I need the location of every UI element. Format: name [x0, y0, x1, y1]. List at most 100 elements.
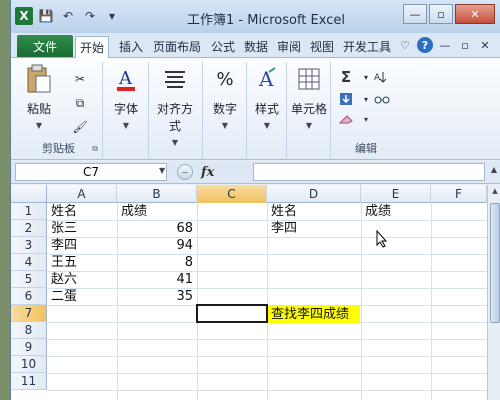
tab-home[interactable]: 开始: [75, 36, 110, 59]
excel-logo-icon[interactable]: X: [15, 7, 33, 25]
tab-page-layout[interactable]: 页面布局: [149, 36, 205, 58]
number-group: % 数字 ▼: [203, 62, 247, 158]
cut-icon[interactable]: ✂: [69, 70, 91, 88]
row-header-1[interactable]: 1: [11, 203, 47, 220]
tab-data[interactable]: 数据: [240, 36, 272, 58]
restore-button[interactable]: ▫: [429, 4, 453, 24]
workbook-restore-icon[interactable]: ▫: [457, 37, 473, 53]
row-header-11[interactable]: 11: [11, 373, 47, 390]
cell-b6[interactable]: 35: [118, 288, 196, 305]
formula-bar-resize-icon[interactable]: −: [177, 164, 193, 180]
column-header-d[interactable]: D: [267, 185, 361, 203]
tab-insert[interactable]: 插入: [115, 36, 147, 58]
tab-file[interactable]: 文件: [17, 35, 73, 57]
name-box-dropdown-icon[interactable]: ▼: [159, 166, 165, 175]
format-painter-icon[interactable]: 🖌: [69, 118, 91, 136]
cells-button[interactable]: 单元格 ▼: [287, 64, 331, 130]
clipboard-icon: [24, 64, 54, 94]
undo-icon[interactable]: ↶: [59, 7, 77, 25]
styles-button[interactable]: A 样式 ▼: [245, 64, 289, 130]
column-header-b[interactable]: B: [117, 185, 197, 203]
cell-e1[interactable]: 成绩: [362, 203, 430, 220]
clear-icon[interactable]: [335, 110, 357, 128]
customize-qat-icon[interactable]: ▾: [103, 7, 121, 25]
cell-a4[interactable]: 王五: [48, 254, 116, 271]
close-button[interactable]: ✕: [455, 4, 495, 24]
clipboard-launcher-icon[interactable]: ⧉: [92, 144, 98, 154]
save-icon[interactable]: 💾: [37, 7, 55, 25]
formula-input[interactable]: [253, 163, 485, 181]
cell-b4[interactable]: 8: [118, 254, 196, 271]
svg-text:A: A: [118, 68, 133, 89]
fill-icon[interactable]: [335, 90, 357, 108]
tab-view[interactable]: 视图: [306, 36, 338, 58]
styles-dropdown-icon: ▼: [263, 121, 271, 130]
worksheet-grid: A B C D E F 1 2 3 4 5 6 7 8 9 10 11 姓名 成…: [11, 185, 500, 400]
scroll-up-icon[interactable]: ▲: [488, 187, 500, 201]
column-header-e[interactable]: E: [361, 185, 431, 203]
cell-d1[interactable]: 姓名: [268, 203, 360, 220]
window-title: 工作簿1 - Microsoft Excel: [187, 13, 345, 28]
title-bar: X 💾 ↶ ↷ ▾ 工作簿1 - Microsoft Excel — ▫ ✕: [11, 0, 500, 33]
row-header-10[interactable]: 10: [11, 356, 47, 373]
name-box[interactable]: C7: [15, 163, 167, 181]
clipboard-group-label: 剪贴板: [42, 142, 75, 155]
font-color-icon: A: [111, 64, 141, 94]
cells-icon: [294, 64, 324, 94]
cell-a3[interactable]: 李四: [48, 237, 116, 254]
insert-function-button[interactable]: fx: [201, 165, 214, 180]
cell-b3[interactable]: 94: [118, 237, 196, 254]
cell-b1[interactable]: 成绩: [118, 203, 196, 220]
row-header-2[interactable]: 2: [11, 220, 47, 237]
vertical-scrollbar[interactable]: ▲: [487, 185, 500, 400]
cells-label: 单元格: [290, 102, 327, 116]
number-button[interactable]: % 数字 ▼: [203, 64, 247, 131]
cell-a1[interactable]: 姓名: [48, 203, 116, 220]
cell-a5[interactable]: 赵六: [48, 271, 116, 288]
active-cell-c7[interactable]: [196, 304, 268, 323]
row-header-7[interactable]: 7: [11, 305, 47, 322]
tab-review[interactable]: 审阅: [273, 36, 305, 58]
cell-b5[interactable]: 41: [118, 271, 196, 288]
clear-dropdown-icon[interactable]: ▾: [355, 110, 377, 128]
gridline: [431, 203, 432, 400]
help-icon[interactable]: ?: [417, 37, 433, 53]
cell-d2[interactable]: 李四: [268, 220, 360, 237]
find-select-icon[interactable]: [371, 90, 393, 108]
font-dropdown-icon: ▼: [122, 121, 130, 130]
row-header-8[interactable]: 8: [11, 322, 47, 339]
expand-formula-bar-icon[interactable]: ▲: [491, 165, 497, 174]
row-header-6[interactable]: 6: [11, 288, 47, 305]
workbook-minimize-icon[interactable]: —: [437, 37, 453, 53]
excel-window: X 💾 ↶ ↷ ▾ 工作簿1 - Microsoft Excel — ▫ ✕ 文…: [10, 0, 500, 400]
column-header-f[interactable]: F: [431, 185, 487, 203]
row-header-3[interactable]: 3: [11, 237, 47, 254]
cells-group: 单元格 ▼: [287, 62, 331, 158]
scrollbar-thumb[interactable]: [490, 203, 500, 323]
column-header-a[interactable]: A: [47, 185, 117, 203]
select-all-button[interactable]: [11, 185, 47, 203]
copy-icon[interactable]: ⧉: [69, 94, 91, 112]
workbook-close-icon[interactable]: ✕: [477, 37, 493, 53]
row-header-4[interactable]: 4: [11, 254, 47, 271]
row-header-5[interactable]: 5: [11, 271, 47, 288]
cell-d7[interactable]: 查找李四成绩: [268, 306, 360, 323]
styles-label: 样式: [254, 102, 279, 116]
paste-button[interactable]: 粘贴 ▼: [17, 64, 61, 130]
cell-a6[interactable]: 二蛋: [48, 288, 116, 305]
autosum-icon[interactable]: Σ: [335, 68, 357, 86]
column-header-row: A B C D E F: [11, 185, 500, 203]
cell-b2[interactable]: 68: [118, 220, 196, 237]
tab-developer[interactable]: 开发工具: [339, 36, 395, 58]
tab-formulas[interactable]: 公式: [207, 36, 239, 58]
font-button[interactable]: A 字体 ▼: [104, 64, 148, 130]
row-header-9[interactable]: 9: [11, 339, 47, 356]
alignment-group: 对齐方式 ▼: [149, 62, 203, 158]
column-header-c[interactable]: C: [197, 185, 267, 203]
redo-icon[interactable]: ↷: [81, 7, 99, 25]
alignment-button[interactable]: 对齐方式 ▼: [153, 64, 197, 147]
sort-filter-icon[interactable]: A: [371, 68, 393, 86]
minimize-button[interactable]: —: [403, 4, 427, 24]
cell-a2[interactable]: 张三: [48, 220, 116, 237]
minimize-ribbon-icon[interactable]: ♡: [397, 37, 413, 53]
